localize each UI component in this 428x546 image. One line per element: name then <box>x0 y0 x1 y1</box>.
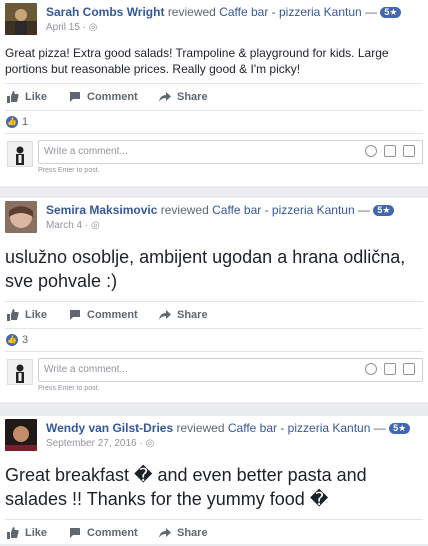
camera-icon[interactable] <box>384 145 396 157</box>
reaction-count[interactable]: 3 <box>22 334 28 346</box>
review-date-text[interactable]: April 15 · <box>46 22 86 33</box>
like-button[interactable]: Like <box>7 308 47 322</box>
separator: — <box>373 421 386 435</box>
reactions-row[interactable]: 👍 3 <box>5 329 423 351</box>
like-reaction-icon: 👍 <box>6 116 18 128</box>
share-label: Share <box>177 91 208 103</box>
comment-icon <box>70 310 80 320</box>
review-text: Great pizza! Extra good salads! Trampoli… <box>5 46 389 76</box>
review-meta: Sarah Combs Wright reviewed Caffe bar - … <box>46 5 402 19</box>
comment-label: Comment <box>87 309 138 321</box>
reviewer-name[interactable]: Wendy van Gilst-Dries <box>46 421 173 435</box>
sticker-icon[interactable] <box>403 363 415 375</box>
like-button[interactable]: Like <box>7 90 47 104</box>
avatar[interactable] <box>5 3 37 35</box>
thumbs-up-icon <box>7 91 19 103</box>
emoji-icon[interactable] <box>365 145 377 157</box>
share-label: Share <box>177 527 208 539</box>
review-card: Semira Maksimovic reviewed Caffe bar - p… <box>0 198 428 402</box>
separator: — <box>358 203 370 217</box>
comment-label: Comment <box>87 91 138 103</box>
comment-button[interactable]: Comment <box>69 90 138 104</box>
comment-tools <box>365 145 415 157</box>
share-icon <box>159 92 171 102</box>
globe-icon: ◎ <box>91 220 100 231</box>
camera-icon[interactable] <box>384 363 396 375</box>
thumbs-up-icon <box>7 527 19 539</box>
review-verb: reviewed <box>160 203 209 217</box>
page-link[interactable]: Caffe bar - pizzeria Kantun <box>212 203 355 217</box>
like-label: Like <box>25 309 48 321</box>
post-hint: Press Enter to post. <box>38 167 100 174</box>
review-date[interactable]: September 27, 2016 · ◎ <box>46 438 154 450</box>
comment-button[interactable]: Comment <box>69 308 138 322</box>
globe-icon: ◎ <box>88 22 98 33</box>
rating-badge: 5★ <box>373 205 395 216</box>
thumbs-up-icon <box>7 309 19 321</box>
comment-icon <box>70 528 80 538</box>
comment-tools <box>365 363 415 375</box>
current-user-avatar <box>7 359 33 385</box>
avatar[interactable] <box>5 419 37 451</box>
share-icon <box>159 310 171 320</box>
review-date-text[interactable]: March 4 · <box>46 220 88 231</box>
share-icon <box>159 528 171 538</box>
action-bar: Like Comment Share <box>5 301 423 329</box>
rating-badge: 5★ <box>380 7 402 18</box>
share-button[interactable]: Share <box>159 90 208 104</box>
like-button[interactable]: Like <box>7 526 47 540</box>
comment-composer: Write a comment... Press Enter to post. <box>5 351 423 396</box>
action-bar: Like Comment Share <box>5 519 423 546</box>
comment-composer: Write a comment... Press Enter to post. <box>5 133 423 178</box>
page-link[interactable]: Caffe bar - pizzeria Kantun <box>219 5 362 19</box>
sticker-icon[interactable] <box>403 145 415 157</box>
reviewer-name[interactable]: Semira Maksimovic <box>46 203 157 217</box>
rating-badge: 5★ <box>389 423 411 434</box>
avatar[interactable] <box>5 201 37 233</box>
post-hint: Press Enter to post. <box>38 385 100 392</box>
reactions-row[interactable]: 👍 1 <box>5 111 423 133</box>
review-text: uslužno osoblje, ambijent ugodan a hrana… <box>5 247 406 291</box>
review-date[interactable]: March 4 · ◎ <box>46 220 100 232</box>
comment-icon <box>70 92 80 102</box>
action-bar: Like Comment Share <box>5 83 423 111</box>
comment-label: Comment <box>87 527 138 539</box>
like-reaction-icon: 👍 <box>6 334 18 346</box>
review-date-text[interactable]: September 27, 2016 · <box>46 438 143 449</box>
review-header: Sarah Combs Wright reviewed Caffe bar - … <box>0 0 428 36</box>
review-verb: reviewed <box>176 421 225 435</box>
current-user-avatar <box>7 141 33 167</box>
share-button[interactable]: Share <box>159 526 208 540</box>
reaction-count[interactable]: 1 <box>22 116 28 128</box>
review-card: Wendy van Gilst-Dries reviewed Caffe bar… <box>0 416 428 544</box>
review-header: Semira Maksimovic reviewed Caffe bar - p… <box>0 198 428 234</box>
like-label: Like <box>25 527 48 539</box>
review-text: Great breakfast � and even better pasta … <box>5 465 367 509</box>
like-label: Like <box>25 91 48 103</box>
separator: — <box>365 5 378 19</box>
review-verb: reviewed <box>167 5 216 19</box>
reviewer-name[interactable]: Sarah Combs Wright <box>46 5 164 19</box>
share-button[interactable]: Share <box>159 308 208 322</box>
review-meta: Wendy van Gilst-Dries reviewed Caffe bar… <box>46 421 411 435</box>
review-meta: Semira Maksimovic reviewed Caffe bar - p… <box>46 203 395 217</box>
emoji-icon[interactable] <box>365 363 377 375</box>
share-label: Share <box>177 309 208 321</box>
review-date[interactable]: April 15 · ◎ <box>46 22 98 34</box>
review-header: Wendy van Gilst-Dries reviewed Caffe bar… <box>0 416 428 452</box>
review-card: Sarah Combs Wright reviewed Caffe bar - … <box>0 0 428 186</box>
comment-button[interactable]: Comment <box>69 526 138 540</box>
page-link[interactable]: Caffe bar - pizzeria Kantun <box>228 421 371 435</box>
globe-icon: ◎ <box>145 438 155 449</box>
